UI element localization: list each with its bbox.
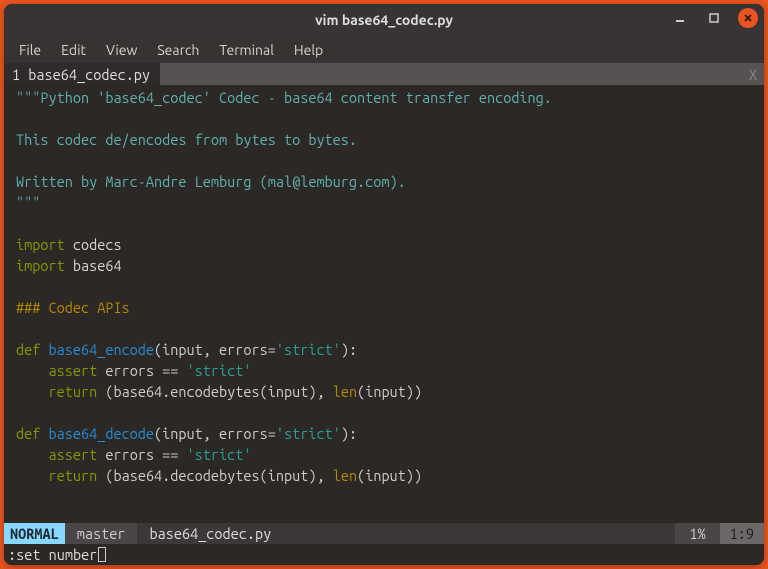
maximize-icon[interactable] bbox=[704, 8, 724, 28]
tab-empty-area bbox=[160, 63, 742, 85]
minimize-icon[interactable] bbox=[670, 8, 690, 28]
code-comment: ### Codec APIs bbox=[16, 299, 130, 316]
code-keyword: assert bbox=[48, 362, 97, 379]
status-percent: 1% bbox=[675, 523, 719, 544]
menu-view[interactable]: View bbox=[97, 39, 146, 61]
code-string: 'strict' bbox=[187, 446, 252, 463]
tab-filename: base64_codec.py bbox=[28, 66, 150, 83]
tab-current[interactable]: 1 base64_codec.py bbox=[4, 63, 160, 85]
terminal-window: vim base64_codec.py File Edit View Searc… bbox=[4, 4, 764, 565]
code-keyword: return bbox=[48, 467, 97, 484]
status-position: 1:9 bbox=[720, 523, 764, 544]
code-text: (base64.encodebytes(input), bbox=[97, 383, 332, 400]
code-text: errors == bbox=[97, 362, 186, 379]
code-docstring: Written by Marc-Andre Lemburg (mal@lembu… bbox=[16, 173, 406, 190]
code-indent bbox=[16, 362, 48, 379]
command-line[interactable]: :set number bbox=[4, 544, 764, 565]
code-text: (input)) bbox=[357, 467, 422, 484]
tab-close-button[interactable]: X bbox=[742, 63, 764, 85]
window-controls bbox=[670, 8, 758, 28]
code-text: ): bbox=[341, 341, 357, 358]
menu-edit[interactable]: Edit bbox=[52, 39, 95, 61]
code-text: (input, errors= bbox=[154, 341, 276, 358]
status-spacer bbox=[283, 523, 675, 544]
titlebar: vim base64_codec.py bbox=[4, 4, 764, 36]
cursor-icon bbox=[98, 547, 106, 562]
tab-index: 1 bbox=[12, 66, 20, 83]
vim-mode: NORMAL bbox=[4, 523, 65, 544]
menu-help[interactable]: Help bbox=[285, 39, 332, 61]
statusbar: NORMAL master base64_codec.py 1% 1:9 bbox=[4, 523, 764, 544]
code-keyword: import bbox=[16, 257, 65, 274]
code-string: 'strict' bbox=[276, 341, 341, 358]
code-module: base64 bbox=[65, 257, 122, 274]
close-icon[interactable] bbox=[738, 8, 758, 28]
code-func-name: base64_decode bbox=[48, 425, 154, 442]
code-indent bbox=[16, 467, 48, 484]
code-keyword: def bbox=[16, 341, 48, 358]
editor-area[interactable]: """Python 'base64_codec' Codec - base64 … bbox=[4, 85, 764, 523]
code-text: errors == bbox=[97, 446, 186, 463]
status-filename: base64_codec.py bbox=[137, 523, 283, 544]
code-module: codecs bbox=[65, 236, 122, 253]
code-docstring: """ bbox=[16, 194, 40, 211]
code-keyword: return bbox=[48, 383, 97, 400]
command-text: :set number bbox=[8, 546, 97, 563]
code-docstring: This codec de/encodes from bytes to byte… bbox=[16, 131, 357, 148]
code-keyword: import bbox=[16, 236, 65, 253]
code-keyword: assert bbox=[48, 446, 97, 463]
window-title: vim base64_codec.py bbox=[315, 12, 453, 28]
code-builtin: len bbox=[333, 467, 357, 484]
code-indent bbox=[16, 446, 48, 463]
code-string: 'strict' bbox=[187, 362, 252, 379]
code-text: (input, errors= bbox=[154, 425, 276, 442]
code-text: (base64.decodebytes(input), bbox=[97, 467, 332, 484]
code-text: (input)) bbox=[357, 383, 422, 400]
code-text: ): bbox=[341, 425, 357, 442]
menu-search[interactable]: Search bbox=[148, 39, 208, 61]
code-docstring: """Python 'base64_codec' Codec - base64 … bbox=[16, 89, 552, 106]
code-builtin: len bbox=[333, 383, 357, 400]
menu-terminal[interactable]: Terminal bbox=[210, 39, 283, 61]
tabbar: 1 base64_codec.py X bbox=[4, 63, 764, 85]
code-func-name: base64_encode bbox=[48, 341, 154, 358]
menu-file[interactable]: File bbox=[10, 39, 50, 61]
git-branch: master bbox=[65, 523, 138, 544]
code-string: 'strict' bbox=[276, 425, 341, 442]
code-indent bbox=[16, 383, 48, 400]
menubar: File Edit View Search Terminal Help bbox=[4, 36, 764, 63]
code-keyword: def bbox=[16, 425, 48, 442]
